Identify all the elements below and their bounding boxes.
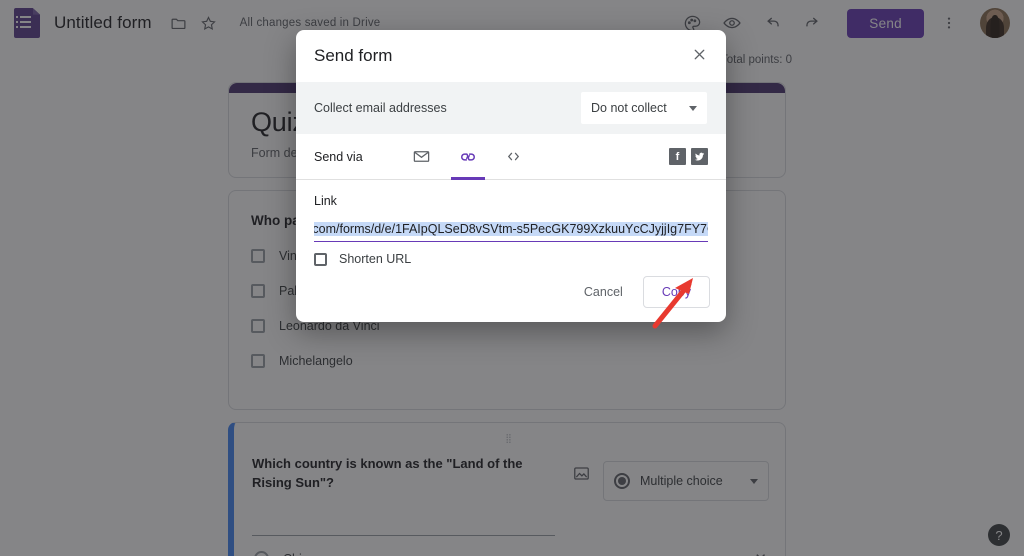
send-form-dialog: Send form Collect email addresses Do not… xyxy=(296,30,726,322)
send-via-row: Send via f xyxy=(296,134,726,180)
facebook-icon[interactable]: f xyxy=(669,148,686,165)
dialog-footer: Cancel Copy xyxy=(296,266,726,322)
link-value: https://docs.google.com/forms/d/e/1FAIpQ… xyxy=(314,222,708,236)
chevron-down-icon[interactable] xyxy=(689,106,697,111)
social-share-buttons: f xyxy=(669,148,708,165)
shorten-url-label: Shorten URL xyxy=(339,252,411,266)
tab-send-via-email[interactable] xyxy=(399,134,445,180)
link-label: Link xyxy=(314,194,708,208)
tab-send-via-link[interactable] xyxy=(445,134,491,180)
cancel-button[interactable]: Cancel xyxy=(570,277,637,307)
collect-email-row: Collect email addresses Do not collect xyxy=(296,82,726,134)
shorten-url-row[interactable]: Shorten URL xyxy=(314,252,708,266)
collect-email-select[interactable]: Do not collect xyxy=(580,91,708,125)
twitter-icon[interactable] xyxy=(691,148,708,165)
shorten-url-checkbox[interactable] xyxy=(314,253,327,266)
dialog-body: Link https://docs.google.com/forms/d/e/1… xyxy=(296,180,726,266)
close-icon[interactable] xyxy=(691,46,708,66)
dialog-title: Send form xyxy=(314,46,392,66)
collect-email-value: Do not collect xyxy=(591,101,689,115)
dialog-header: Send form xyxy=(296,30,726,82)
send-via-label: Send via xyxy=(314,150,363,164)
link-input[interactable]: https://docs.google.com/forms/d/e/1FAIpQ… xyxy=(314,220,708,242)
google-forms-app: Untitled form All changes saved in Drive xyxy=(0,0,1024,556)
collect-email-label: Collect email addresses xyxy=(314,101,447,115)
copy-button[interactable]: Copy xyxy=(643,276,710,308)
tab-send-via-embed[interactable] xyxy=(491,134,537,180)
